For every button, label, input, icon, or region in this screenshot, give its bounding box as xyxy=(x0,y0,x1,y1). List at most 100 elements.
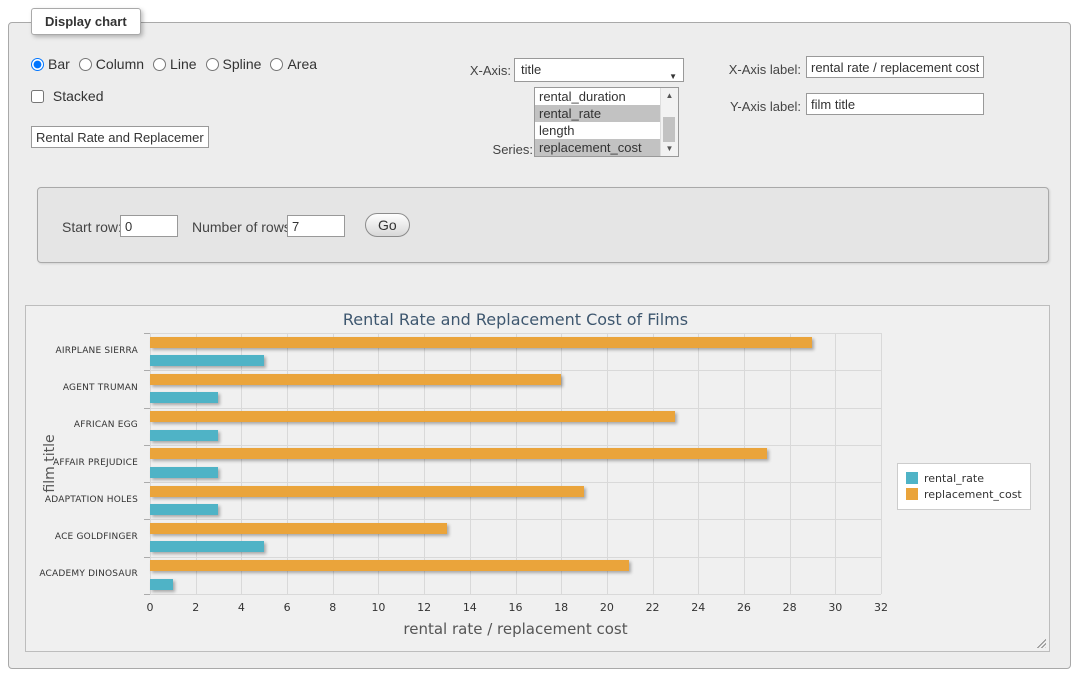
x-tick-label: 28 xyxy=(783,601,797,614)
legend-label: rental_rate xyxy=(924,472,984,485)
chart-type-label: Spline xyxy=(223,56,262,72)
chart-type-radio-column[interactable] xyxy=(79,58,92,71)
legend-swatch-icon xyxy=(906,488,918,500)
chart-type-label: Line xyxy=(170,56,196,72)
chart-type-option-line[interactable]: Line xyxy=(153,56,196,72)
scroll-down-icon[interactable]: ▼ xyxy=(661,141,678,156)
bar-replacement_cost xyxy=(150,486,584,497)
h-gridline xyxy=(150,594,881,595)
go-button[interactable]: Go xyxy=(365,213,410,237)
legend-label: replacement_cost xyxy=(924,488,1022,501)
bar-rental_rate xyxy=(150,467,218,478)
chart-type-radio-area[interactable] xyxy=(270,58,283,71)
scrollbar-thumb[interactable] xyxy=(663,117,675,142)
v-gridline xyxy=(744,333,745,594)
h-gridline xyxy=(150,482,881,483)
resize-handle-icon[interactable] xyxy=(1035,637,1046,648)
legend-item-replacement_cost[interactable]: replacement_cost xyxy=(906,488,1022,501)
x-tick-label: 12 xyxy=(417,601,431,614)
bar-replacement_cost xyxy=(150,560,629,571)
chart-title-input[interactable] xyxy=(31,126,209,148)
x-tick-label: 4 xyxy=(238,601,245,614)
x-tick-label: 6 xyxy=(284,601,291,614)
v-gridline xyxy=(790,333,791,594)
chart-type-radio-spline[interactable] xyxy=(206,58,219,71)
series-select-label: Series: xyxy=(449,142,533,157)
v-gridline xyxy=(241,333,242,594)
v-gridline xyxy=(653,333,654,594)
bar-replacement_cost xyxy=(150,523,447,534)
y-tick-mark xyxy=(144,482,150,483)
y-axis-title: film title xyxy=(42,333,58,594)
y-tick-mark xyxy=(144,519,150,520)
x-axis-select-label: X-Axis: xyxy=(431,63,511,78)
v-gridline xyxy=(698,333,699,594)
v-gridline xyxy=(470,333,471,594)
stacked-option[interactable]: Stacked xyxy=(31,88,103,104)
x-tick-label: 20 xyxy=(600,601,614,614)
x-tick-label: 24 xyxy=(691,601,705,614)
series-scrollbar[interactable]: ▲ ▼ xyxy=(660,88,678,156)
v-gridline xyxy=(516,333,517,594)
x-axis-title: rental rate / replacement cost xyxy=(150,620,881,638)
chart-type-radio-bar[interactable] xyxy=(31,58,44,71)
series-option-rental_duration[interactable]: rental_duration xyxy=(535,88,663,105)
series-option-rental_rate[interactable]: rental_rate xyxy=(535,105,663,122)
x-axis-select[interactable]: title ▼ xyxy=(514,58,684,82)
bar-rental_rate xyxy=(150,541,264,552)
h-gridline xyxy=(150,333,881,334)
x-tick-label: 10 xyxy=(371,601,385,614)
start-row-input[interactable] xyxy=(120,215,178,237)
series-option-length[interactable]: length xyxy=(535,122,663,139)
chart-type-option-area[interactable]: Area xyxy=(270,56,317,72)
chart-title: Rental Rate and Replacement Cost of Film… xyxy=(150,310,881,329)
bar-rental_rate xyxy=(150,355,264,366)
y-tick-mark xyxy=(144,594,150,595)
chart-type-radio-line[interactable] xyxy=(153,58,166,71)
chart-type-option-bar[interactable]: Bar xyxy=(31,56,70,72)
plot-area: 02468101214161820222426283032 xyxy=(150,333,881,594)
start-row-label: Start row: xyxy=(62,219,122,235)
x-axis-select-value: title xyxy=(521,62,541,77)
chart-type-label: Column xyxy=(96,56,144,72)
series-option-replacement_cost[interactable]: replacement_cost xyxy=(535,139,663,156)
x-tick-label: 32 xyxy=(874,601,888,614)
bar-rental_rate xyxy=(150,579,173,590)
bar-rental_rate xyxy=(150,430,218,441)
x-tick-label: 0 xyxy=(147,601,154,614)
bar-rental_rate xyxy=(150,392,218,403)
v-gridline xyxy=(561,333,562,594)
stacked-checkbox[interactable] xyxy=(31,90,44,103)
h-gridline xyxy=(150,557,881,558)
x-tick-label: 30 xyxy=(828,601,842,614)
v-gridline xyxy=(607,333,608,594)
x-tick-label: 8 xyxy=(329,601,336,614)
v-gridline xyxy=(150,333,151,594)
legend-swatch-icon xyxy=(906,472,918,484)
fieldset-legend: Display chart xyxy=(31,8,141,35)
bar-replacement_cost xyxy=(150,448,767,459)
v-gridline xyxy=(378,333,379,594)
v-gridline xyxy=(835,333,836,594)
x-axis-label-input[interactable] xyxy=(806,56,984,78)
scroll-up-icon[interactable]: ▲ xyxy=(661,88,678,103)
chart-type-option-spline[interactable]: Spline xyxy=(206,56,262,72)
num-rows-input[interactable] xyxy=(287,215,345,237)
bar-replacement_cost xyxy=(150,411,675,422)
x-axis-label-label: X-Axis label: xyxy=(701,62,801,77)
legend-item-rental_rate[interactable]: rental_rate xyxy=(906,472,1022,485)
chart-container: Rental Rate and Replacement Cost of Film… xyxy=(25,305,1050,652)
row-range-panel: Start row: Number of rows: Go xyxy=(37,187,1049,263)
v-gridline xyxy=(287,333,288,594)
num-rows-label: Number of rows: xyxy=(192,219,295,235)
h-gridline xyxy=(150,370,881,371)
y-tick-mark xyxy=(144,557,150,558)
h-gridline xyxy=(150,408,881,409)
stacked-label: Stacked xyxy=(53,88,104,104)
y-axis-label-input[interactable] xyxy=(806,93,984,115)
x-tick-label: 22 xyxy=(646,601,660,614)
chart-legend: rental_rate replacement_cost xyxy=(897,463,1031,510)
series-listbox[interactable]: rental_durationrental_ratelengthreplacem… xyxy=(534,87,679,157)
y-tick-mark xyxy=(144,333,150,334)
chart-type-option-column[interactable]: Column xyxy=(79,56,144,72)
